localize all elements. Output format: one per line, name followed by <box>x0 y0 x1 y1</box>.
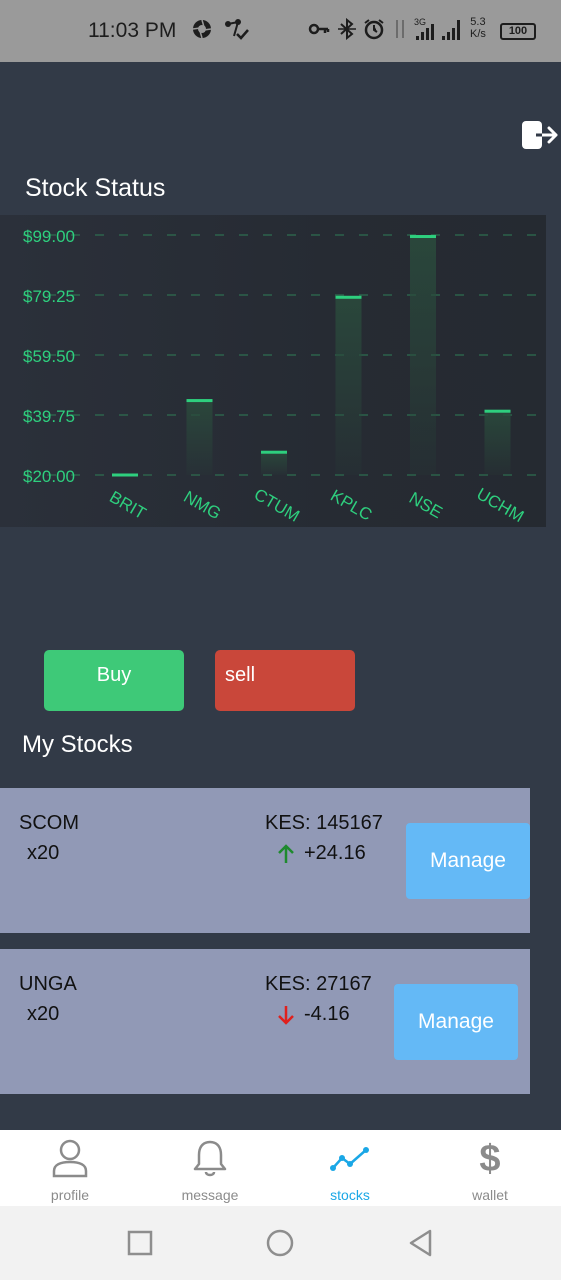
y-tick-label: $59.50 <box>23 347 75 366</box>
data-transfer-icon <box>393 18 407 45</box>
logout-icon[interactable] <box>520 118 560 154</box>
battery-indicator: 100 <box>500 23 536 40</box>
nav-label: message <box>181 1187 239 1203</box>
stock-price: KES: 27167 <box>265 973 372 995</box>
stock-change-value: -4.16 <box>304 1003 350 1025</box>
stock-status-title: Stock Status <box>25 174 166 202</box>
status-time: 11:03 PM <box>88 19 177 42</box>
nav-label: stocks <box>330 1187 370 1203</box>
nav-profile[interactable]: profile <box>0 1130 140 1206</box>
my-stocks-title: My Stocks <box>22 731 133 758</box>
nav-message[interactable]: message <box>140 1130 280 1206</box>
y-tick-label: $20.00 <box>23 467 75 486</box>
person-icon <box>52 1139 88 1178</box>
x-tick-label: UCHM <box>473 484 527 526</box>
bar-top <box>186 399 213 403</box>
bar-top <box>410 235 436 239</box>
bar-top <box>484 409 511 413</box>
stock-change-value: +24.16 <box>304 842 366 864</box>
stock-price: KES: 145167 <box>265 812 383 834</box>
bell-icon <box>193 1140 227 1177</box>
nav-label: profile <box>50 1187 90 1203</box>
aperture-icon <box>191 18 213 45</box>
home-circle-icon[interactable] <box>265 1228 295 1263</box>
nav-stocks[interactable]: stocks <box>280 1130 420 1206</box>
y-tick-label: $39.75 <box>23 407 75 426</box>
bar <box>186 400 213 475</box>
bar-top <box>112 473 138 477</box>
arrow-up-icon <box>277 843 295 865</box>
stock-symbol: SCOM <box>19 812 79 834</box>
x-tick-label: CTUM <box>251 485 303 526</box>
bottom-nav: profile message stocks $ wallet <box>0 1130 561 1206</box>
bar-top <box>261 450 287 454</box>
trend-line-icon <box>330 1147 369 1171</box>
stock-card: SCOM x20 KES: 145167 +24.16 Manage <box>0 788 530 933</box>
bar <box>335 297 362 475</box>
sell-button[interactable]: sell <box>215 650 355 711</box>
bluetooth-off-icon <box>337 17 357 45</box>
bar-top <box>335 295 362 299</box>
signal-icon: 3G <box>412 16 466 47</box>
bar <box>484 411 511 475</box>
chart-svg: $99.00 $79.25 $59.50 $39.75 $20.00 BRIT NMG CTU… <box>23 227 546 526</box>
x-tick-label: BRIT <box>106 487 149 523</box>
back-triangle-icon[interactable] <box>408 1228 434 1263</box>
share-check-icon <box>224 18 250 47</box>
manage-button[interactable]: Manage <box>406 823 530 899</box>
bar <box>261 452 287 475</box>
stock-quantity: x20 <box>27 1003 60 1025</box>
y-tick-label: $99.00 <box>23 227 75 246</box>
stock-change: -4.16 <box>277 1003 350 1026</box>
buy-button[interactable]: Buy <box>44 650 184 711</box>
x-tick-label: KPLC <box>327 486 375 525</box>
y-tick-label: $79.25 <box>23 287 75 306</box>
network-speed: 5.3 K/s <box>470 16 486 40</box>
recents-square-icon[interactable] <box>127 1230 153 1261</box>
status-bar: 11:03 PM 3G 5.3 K/s 100 <box>0 0 561 62</box>
svg-text:$: $ <box>479 1138 500 1178</box>
x-tick-label: NMG <box>180 487 224 523</box>
key-icon <box>308 18 330 45</box>
stock-symbol: UNGA <box>19 973 77 995</box>
x-tick-label: NSE <box>406 488 446 522</box>
system-nav-bar <box>0 1206 561 1280</box>
dollar-icon: $ <box>479 1138 500 1178</box>
manage-button[interactable]: Manage <box>394 984 518 1060</box>
stock-change: +24.16 <box>277 842 366 865</box>
bar <box>410 236 436 475</box>
svg-text:3G: 3G <box>414 17 426 27</box>
alarm-icon <box>363 18 385 45</box>
arrow-down-icon <box>277 1004 295 1026</box>
stock-status-chart: $99.00 $79.25 $59.50 $39.75 $20.00 BRIT NMG CTU… <box>0 215 546 527</box>
stock-quantity: x20 <box>27 842 60 864</box>
nav-wallet[interactable]: $ wallet <box>420 1130 560 1206</box>
nav-label: wallet <box>472 1187 508 1203</box>
stock-card: UNGA x20 KES: 27167 -4.16 Manage <box>0 949 530 1094</box>
